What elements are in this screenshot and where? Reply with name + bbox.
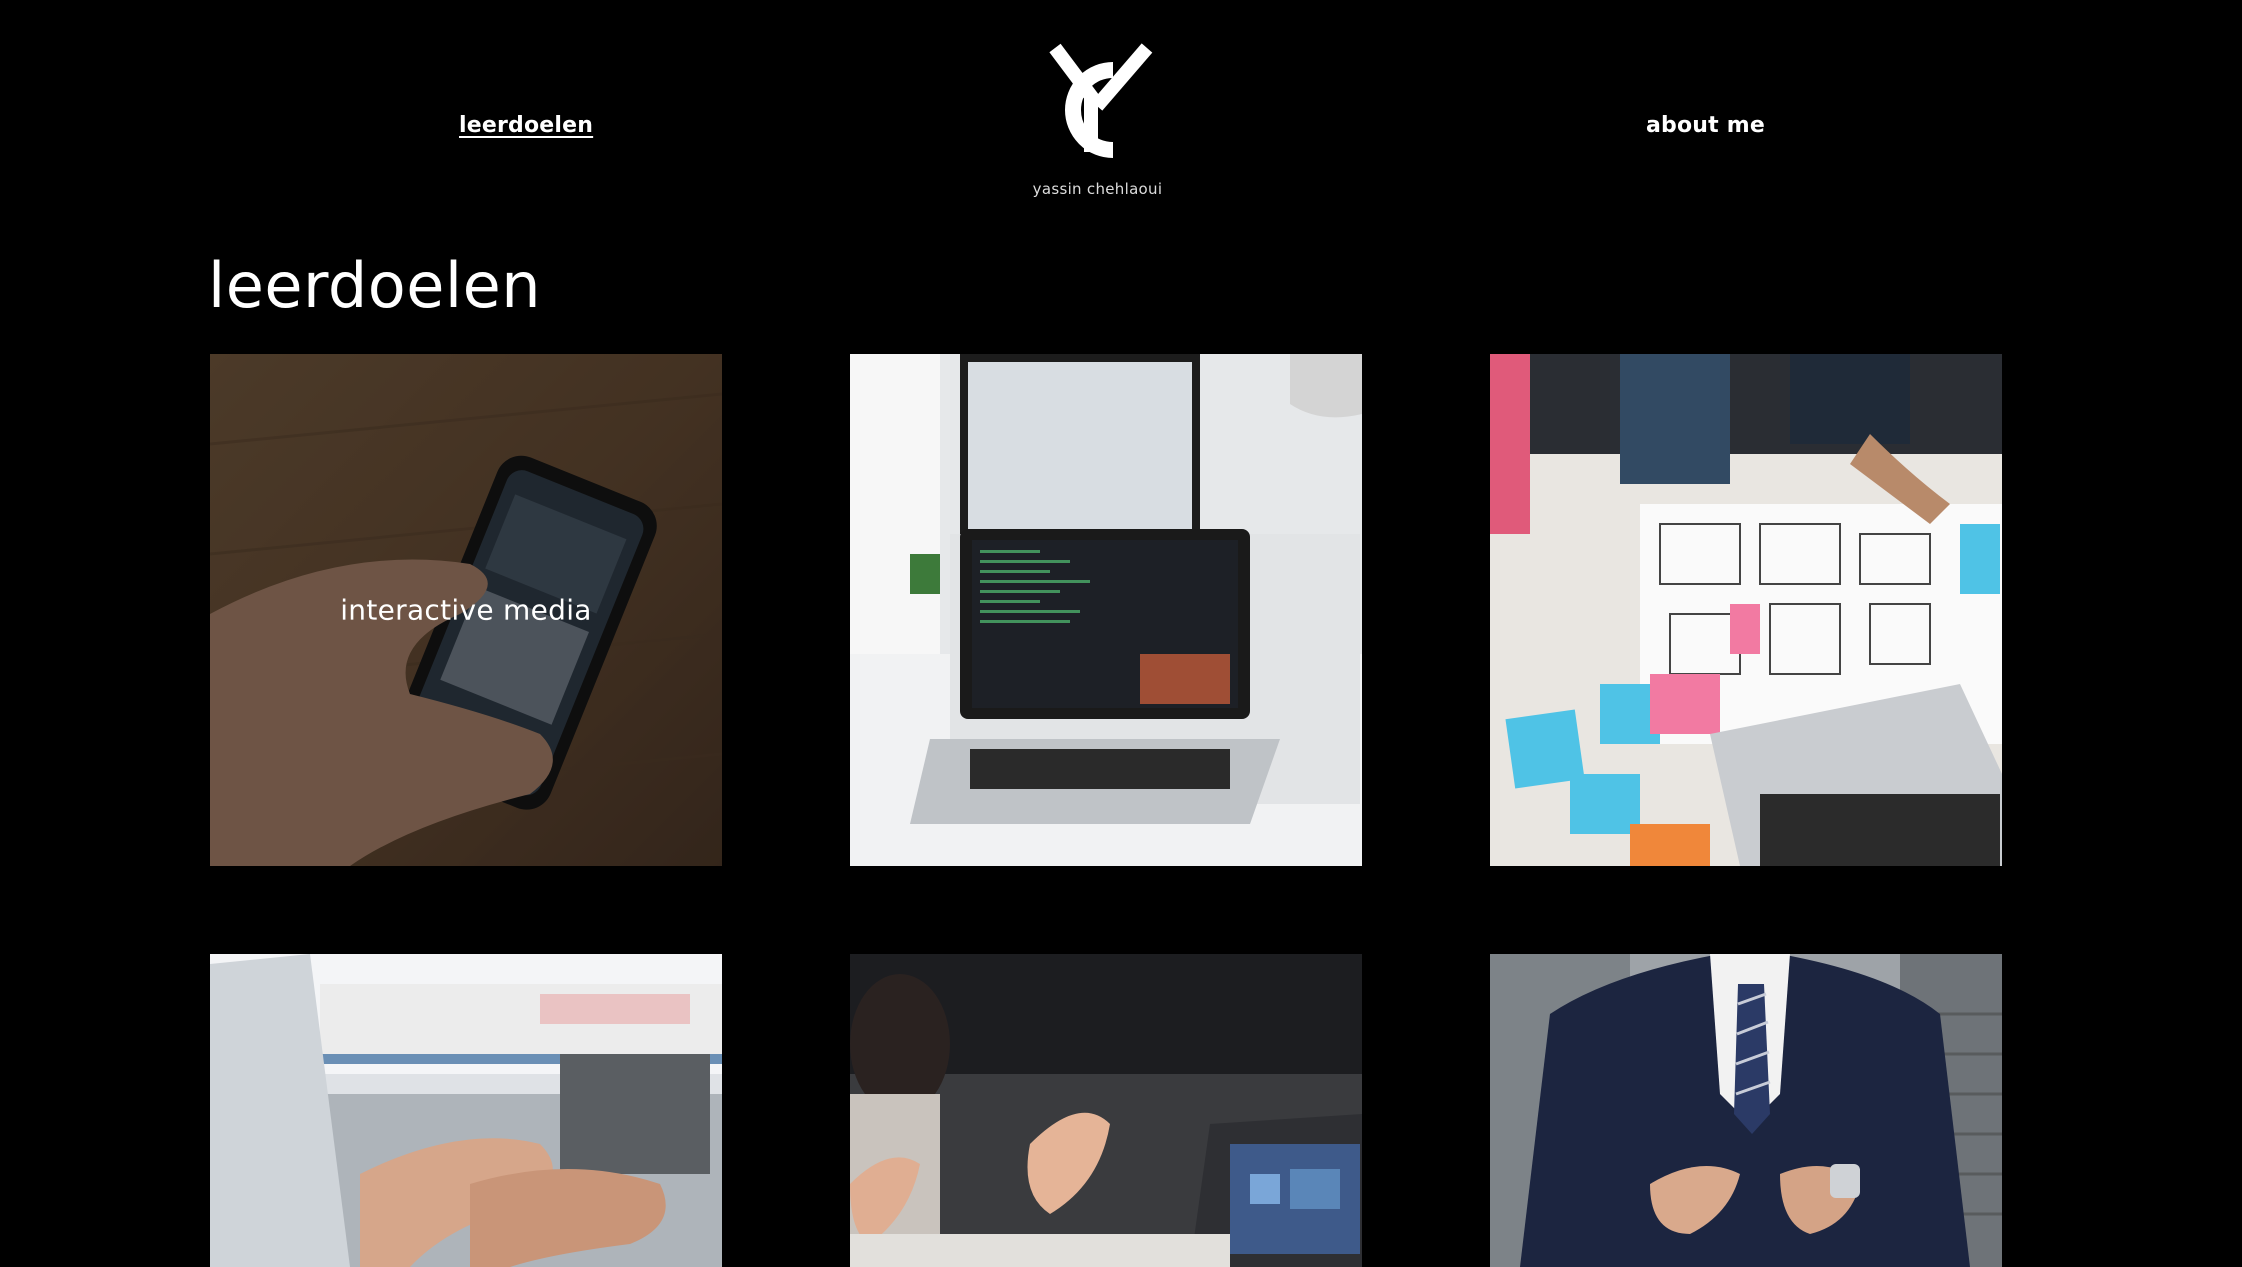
tile-business-suit[interactable]	[1490, 954, 2002, 1267]
tile-image	[850, 354, 1362, 866]
tile-image	[850, 954, 1362, 1267]
tile-laptop-code[interactable]	[850, 354, 1362, 866]
tile-image	[210, 954, 722, 1267]
tile-wireframes[interactable]	[1490, 354, 2002, 866]
nav-link-leerdoelen[interactable]: leerdoelen	[459, 110, 593, 142]
tile-caption: interactive media	[340, 593, 592, 627]
tile-meeting[interactable]	[850, 954, 1362, 1267]
tile-interactive-media[interactable]: interactive media	[210, 354, 722, 866]
page-title: leerdoelen	[208, 249, 542, 322]
logo-name: yassin chehlaoui	[1032, 180, 1163, 198]
tile-image	[1490, 354, 2002, 866]
tile-typing[interactable]	[210, 954, 722, 1267]
tile-image	[1490, 954, 2002, 1267]
nav-link-about-me[interactable]: about me	[1646, 110, 1765, 142]
logo[interactable]: yassin chehlaoui	[1030, 40, 1165, 198]
yc-logo-icon	[1048, 43, 1152, 158]
page: leerdoelen yassin chehlaoui about me lee…	[0, 0, 2242, 1267]
